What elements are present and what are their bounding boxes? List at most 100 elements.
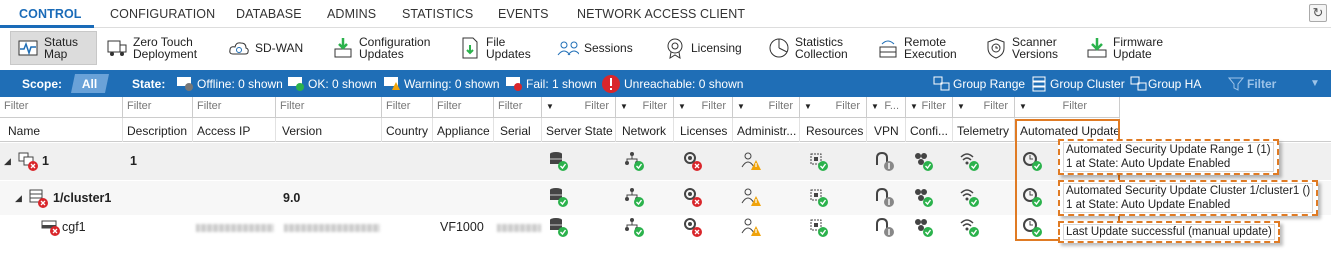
filter-button[interactable]: Filter bbox=[1247, 77, 1276, 91]
ok-filter[interactable]: OK: 0 shown bbox=[308, 77, 377, 91]
col-network[interactable]: Network bbox=[616, 118, 674, 142]
admin-icon[interactable] bbox=[741, 187, 763, 211]
filter-access-ip[interactable]: Filter bbox=[193, 97, 276, 118]
tab-configuration[interactable]: CONFIGURATION bbox=[110, 7, 215, 21]
cloud-gear-icon bbox=[228, 37, 250, 59]
row-version: 9.0 bbox=[283, 191, 301, 205]
tab-network-access-client[interactable]: NETWORK ACCESS CLIENT bbox=[577, 7, 745, 21]
status-map-button[interactable]: Status Map bbox=[10, 31, 97, 65]
filter-vpn[interactable]: ▼ F... bbox=[867, 97, 906, 118]
filter-automated-update[interactable]: ▼ Filter bbox=[1015, 97, 1120, 118]
chevron-down-icon[interactable]: ▼ bbox=[1310, 78, 1320, 89]
filter-server-state[interactable]: ▼ Filter bbox=[542, 97, 616, 118]
col-administration[interactable]: Administr... bbox=[733, 118, 800, 142]
dropdown-arrow-icon: ▼ bbox=[620, 102, 628, 111]
admin-icon[interactable] bbox=[741, 217, 763, 241]
filter-telemetry[interactable]: ▼ Filter bbox=[953, 97, 1015, 118]
collapse-arrow-icon[interactable]: ◢ bbox=[4, 156, 11, 167]
sdwan-button[interactable]: SD-WAN bbox=[228, 31, 303, 65]
server-state-icon[interactable] bbox=[548, 217, 570, 241]
download-gear-icon bbox=[332, 37, 354, 59]
offline-icon bbox=[176, 74, 194, 95]
tab-admins[interactable]: ADMINS bbox=[327, 7, 376, 21]
network-icon[interactable] bbox=[624, 217, 646, 241]
network-icon[interactable] bbox=[624, 187, 646, 211]
tab-statistics[interactable]: STATISTICS bbox=[402, 7, 473, 21]
filter-serial[interactable]: Filter bbox=[494, 97, 542, 118]
vpn-icon[interactable] bbox=[874, 151, 896, 175]
scanner-versions-button[interactable]: Scanner Versions bbox=[985, 31, 1058, 65]
configuration-icon[interactable] bbox=[913, 151, 935, 175]
col-country[interactable]: Country bbox=[382, 118, 433, 142]
server-state-icon[interactable] bbox=[548, 187, 570, 211]
filter-appliance[interactable]: Filter bbox=[433, 97, 494, 118]
filter-configuration[interactable]: ▼ Filter bbox=[906, 97, 953, 118]
license-icon[interactable] bbox=[682, 151, 704, 175]
filter-name[interactable]: Filter bbox=[0, 97, 123, 118]
fail-filter[interactable]: Fail: 1 shown bbox=[526, 77, 597, 91]
col-telemetry[interactable]: Telemetry bbox=[953, 118, 1015, 142]
zero-touch-button[interactable]: Zero Touch Deployment bbox=[106, 31, 197, 65]
vpn-icon[interactable] bbox=[874, 217, 896, 241]
refresh-icon[interactable]: ↻ bbox=[1309, 4, 1327, 22]
sdwan-label: SD-WAN bbox=[255, 41, 304, 55]
filter-administration[interactable]: ▼ Filter bbox=[733, 97, 800, 118]
vpn-icon[interactable] bbox=[874, 187, 896, 211]
admin-icon[interactable] bbox=[741, 151, 763, 175]
remote-execution-button[interactable]: Remote Execution bbox=[877, 31, 957, 65]
col-configuration[interactable]: Confi... bbox=[906, 118, 953, 142]
configuration-icon[interactable] bbox=[913, 217, 935, 241]
filter-resources[interactable]: ▼ Filter bbox=[800, 97, 867, 118]
tooltip-range: Automated Security Update Range 1 (1) 1 a… bbox=[1058, 139, 1279, 175]
resources-icon[interactable] bbox=[808, 151, 830, 175]
remote-server-icon bbox=[877, 37, 899, 59]
file-updates-button[interactable]: File Updates bbox=[459, 31, 531, 65]
license-icon[interactable] bbox=[682, 187, 704, 211]
filter-network[interactable]: ▼ Filter bbox=[616, 97, 674, 118]
telemetry-icon[interactable] bbox=[959, 187, 981, 211]
col-description[interactable]: Description bbox=[123, 118, 193, 142]
group-range-button[interactable]: Group Range bbox=[953, 77, 1025, 91]
statistics-collection-button[interactable]: Statistics Collection bbox=[768, 31, 848, 65]
col-appliance[interactable]: Appliance bbox=[433, 118, 494, 142]
telemetry-icon[interactable] bbox=[959, 151, 981, 175]
licensing-button[interactable]: Licensing bbox=[664, 31, 742, 65]
col-name[interactable]: Name bbox=[0, 118, 123, 142]
collapse-arrow-icon[interactable]: ◢ bbox=[15, 193, 22, 204]
filter-country[interactable]: Filter bbox=[382, 97, 433, 118]
col-version[interactable]: Version bbox=[276, 118, 382, 142]
group-ha-button[interactable]: Group HA bbox=[1148, 77, 1201, 91]
filter-label: F... bbox=[884, 100, 899, 112]
col-serial[interactable]: Serial bbox=[494, 118, 542, 142]
server-state-icon[interactable] bbox=[548, 151, 570, 175]
offline-filter[interactable]: Offline: 0 shown bbox=[197, 77, 283, 91]
col-access-ip[interactable]: Access IP bbox=[193, 118, 276, 142]
col-resources[interactable]: Resources bbox=[800, 118, 867, 142]
scope-label: Scope: bbox=[22, 77, 63, 91]
truck-icon bbox=[106, 37, 128, 59]
filter-funnel-icon bbox=[1227, 76, 1245, 95]
col-vpn[interactable]: VPN bbox=[867, 118, 906, 142]
group-cluster-button[interactable]: Group Cluster bbox=[1050, 77, 1125, 91]
license-icon[interactable] bbox=[682, 217, 704, 241]
resources-icon[interactable] bbox=[808, 187, 830, 211]
configuration-icon[interactable] bbox=[913, 187, 935, 211]
sessions-button[interactable]: Sessions bbox=[557, 31, 633, 65]
filter-licenses[interactable]: ▼ Filter bbox=[674, 97, 733, 118]
scope-all-button[interactable]: All bbox=[70, 74, 110, 93]
tab-control[interactable]: CONTROL bbox=[19, 7, 82, 21]
resources-icon[interactable] bbox=[808, 217, 830, 241]
firmware-update-button[interactable]: Firmware Update bbox=[1086, 31, 1163, 65]
tab-events[interactable]: EVENTS bbox=[498, 7, 549, 21]
col-licenses[interactable]: Licenses bbox=[674, 118, 733, 142]
telemetry-icon[interactable] bbox=[959, 217, 981, 241]
filter-description[interactable]: Filter bbox=[123, 97, 193, 118]
config-updates-button[interactable]: Configuration Updates bbox=[332, 31, 430, 65]
network-icon[interactable] bbox=[624, 151, 646, 175]
filter-version[interactable]: Filter bbox=[276, 97, 382, 118]
unreachable-filter[interactable]: Unreachable: 0 shown bbox=[624, 77, 743, 91]
warning-filter[interactable]: Warning: 0 shown bbox=[404, 77, 500, 91]
box-fail-icon bbox=[41, 219, 63, 242]
tab-database[interactable]: DATABASE bbox=[236, 7, 302, 21]
col-server-state[interactable]: Server State bbox=[542, 118, 616, 142]
